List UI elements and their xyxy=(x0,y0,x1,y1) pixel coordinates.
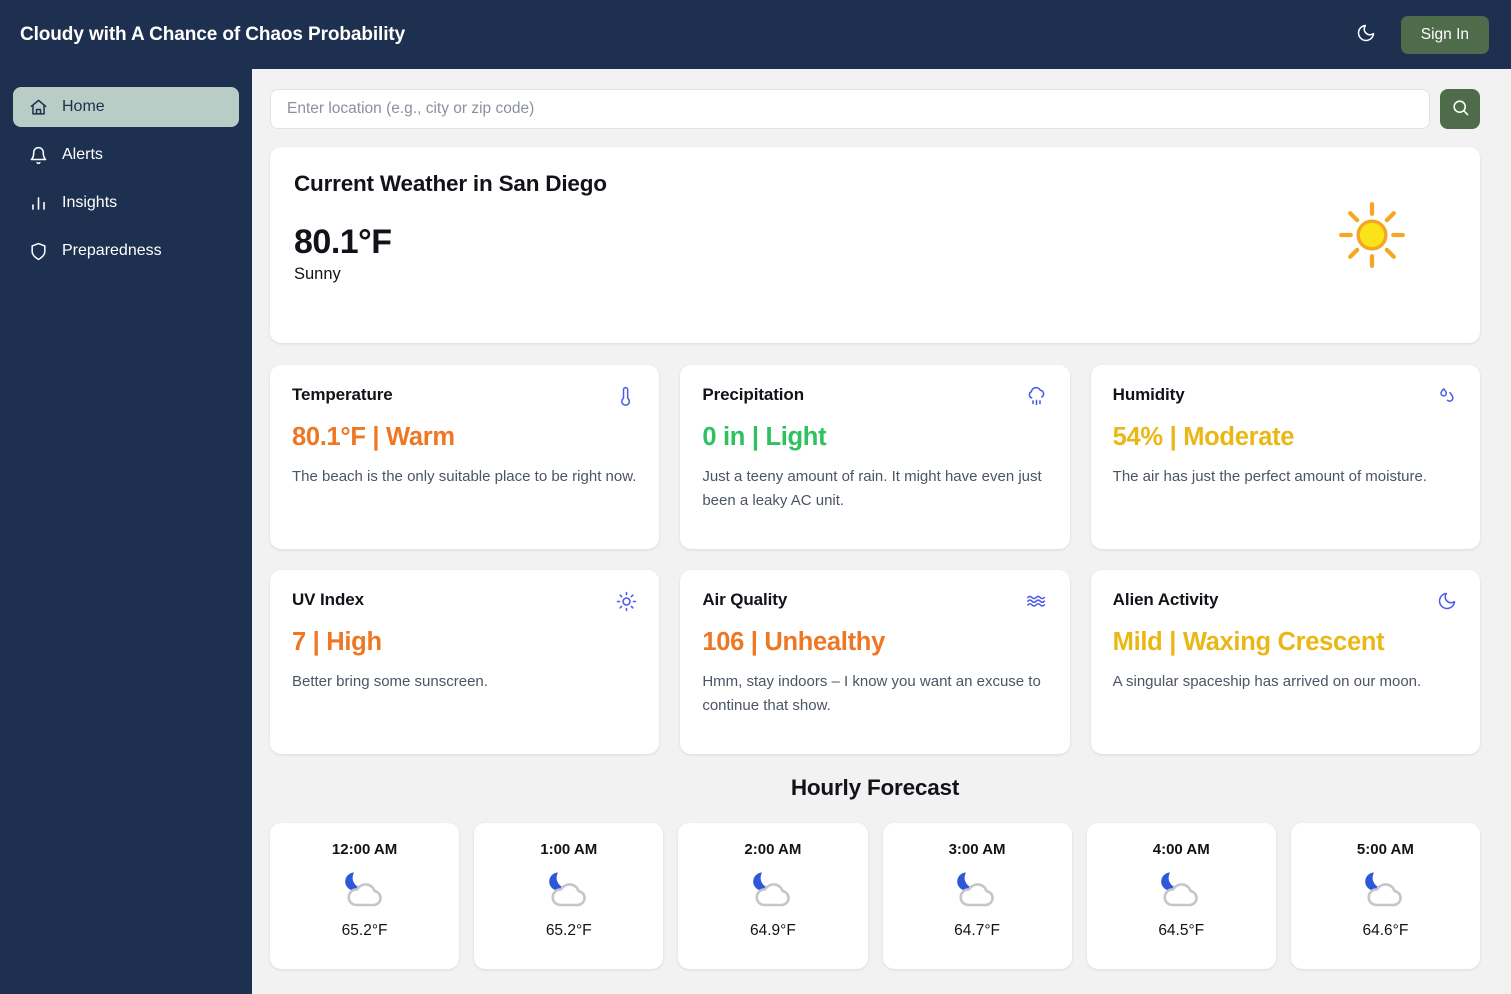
metric-value: 7 | High xyxy=(292,628,382,656)
metric-value: Mild | Waxing Crescent xyxy=(1112,628,1385,656)
theme-toggle-button[interactable] xyxy=(1353,22,1379,48)
page-body: Home Alerts Insights Preparedness Enter … xyxy=(0,69,1511,994)
metric-value: 54% | Moderate xyxy=(1112,423,1295,451)
moon-cloud-icon xyxy=(1152,868,1210,910)
metrics-grid: Temperature 80.1°F | Warm The beach is t… xyxy=(270,365,1480,754)
hourly-temperature: 64.5°F xyxy=(1158,922,1205,939)
metric-header: Air Quality xyxy=(702,590,1047,612)
sidebar-item-alerts[interactable]: Alerts xyxy=(13,135,239,175)
current-temperature: 80.1°F xyxy=(294,223,392,261)
metric-label: Temperature xyxy=(292,385,393,404)
metric-value: 80.1°F | Warm xyxy=(292,423,455,451)
search-input[interactable] xyxy=(270,89,1430,129)
header-actions: Sign In xyxy=(1353,15,1489,54)
moon-cloud-icon xyxy=(336,868,394,910)
metric-card-precipitation: Precipitation 0 in | Light Just a teeny … xyxy=(680,365,1070,549)
droplets-icon xyxy=(1436,385,1458,407)
metric-card-uv-index: UV Index 7 | High Better bring some suns… xyxy=(270,570,660,754)
metric-description: A singular spaceship has arrived on our … xyxy=(1112,673,1422,690)
hourly-card[interactable]: 12:00 AM 65.2°F xyxy=(270,823,460,969)
metric-description: Just a teeny amount of rain. It might ha… xyxy=(702,468,1042,510)
sidebar-item-label: Home xyxy=(62,98,105,115)
sidebar: Home Alerts Insights Preparedness xyxy=(0,69,252,994)
metric-description: The air has just the perfect amount of m… xyxy=(1112,468,1427,485)
current-weather-card: Current Weather in San Diego 80.1°F Sunn… xyxy=(270,147,1480,343)
moon-cloud-icon xyxy=(540,868,598,910)
hourly-card[interactable]: 1:00 AM 65.2°F xyxy=(474,823,664,969)
search-button[interactable] xyxy=(1440,89,1480,129)
bar-chart-icon xyxy=(28,193,48,213)
sidebar-item-label: Insights xyxy=(62,194,118,211)
search-bar xyxy=(270,89,1480,129)
thermometer-icon xyxy=(615,385,637,407)
page-title: Current Weather in San Diego xyxy=(294,171,607,196)
bell-icon xyxy=(28,145,48,165)
shield-icon xyxy=(28,241,48,261)
metric-description: The beach is the only suitable place to … xyxy=(292,468,637,485)
moon-cloud-icon xyxy=(744,868,802,910)
hourly-temperature: 64.6°F xyxy=(1362,922,1409,939)
sidebar-item-label: Preparedness xyxy=(62,242,162,259)
metric-label: Precipitation xyxy=(702,385,804,404)
hourly-temperature: 64.7°F xyxy=(954,922,1000,939)
metric-label: Humidity xyxy=(1112,385,1185,404)
metric-card-temperature: Temperature 80.1°F | Warm The beach is t… xyxy=(270,365,660,549)
hourly-temperature: 65.2°F xyxy=(341,922,388,939)
main-content: Current Weather in San Diego 80.1°F Sunn… xyxy=(252,69,1511,994)
hourly-card[interactable]: 4:00 AM 64.5°F xyxy=(1086,823,1276,969)
hourly-card[interactable]: 2:00 AM 64.9°F xyxy=(678,823,868,969)
hourly-time: 3:00 AM xyxy=(948,841,1006,858)
hourly-card[interactable]: 3:00 AM 64.7°F xyxy=(882,823,1072,969)
moon-icon xyxy=(1436,590,1458,612)
moon-icon xyxy=(1356,23,1376,46)
metric-header: Temperature xyxy=(292,385,637,407)
sign-in-button[interactable]: Sign In xyxy=(1400,15,1489,54)
metric-label: Air Quality xyxy=(702,590,788,609)
app-title: Cloudy with A Chance of Chaos Probabilit… xyxy=(20,23,406,45)
cloud-rain-icon xyxy=(1026,385,1048,407)
metric-description: Better bring some sunscreen. xyxy=(292,673,488,690)
hourly-time: 5:00 AM xyxy=(1356,841,1414,858)
metric-card-alien-activity: Alien Activity Mild | Waxing Crescent A … xyxy=(1090,570,1480,754)
hourly-temperature: 65.2°F xyxy=(545,922,592,939)
current-condition: Sunny xyxy=(294,265,341,284)
metric-header: UV Index xyxy=(292,590,637,612)
hourly-forecast-section: Hourly Forecast 12:00 AM 65.2°F 1:00 AM xyxy=(270,775,1480,969)
sun-small-icon xyxy=(615,590,637,612)
sidebar-item-preparedness[interactable]: Preparedness xyxy=(13,231,239,271)
metric-card-humidity: Humidity 54% | Moderate The air has just… xyxy=(1090,365,1480,549)
metric-label: UV Index xyxy=(292,590,364,609)
metric-header: Precipitation xyxy=(702,385,1047,407)
metric-header: Alien Activity xyxy=(1113,590,1458,612)
search-icon xyxy=(1451,98,1470,120)
sidebar-item-insights[interactable]: Insights xyxy=(13,183,239,223)
hourly-time: 1:00 AM xyxy=(540,841,598,858)
metric-description: Hmm, stay indoors – I know you want an e… xyxy=(702,673,1041,715)
metric-label: Alien Activity xyxy=(1112,590,1219,609)
hourly-forecast-row: 12:00 AM 65.2°F 1:00 AM 65.2°F 2:00 AM 6… xyxy=(270,823,1480,969)
sun-icon xyxy=(1338,201,1406,274)
moon-cloud-icon xyxy=(1356,868,1414,910)
metric-value: 106 | Unhealthy xyxy=(702,628,885,656)
hourly-temperature: 64.9°F xyxy=(749,922,796,939)
waves-icon xyxy=(1026,590,1048,612)
metric-header: Humidity xyxy=(1113,385,1458,407)
hourly-time: 4:00 AM xyxy=(1152,841,1210,858)
app-header: Cloudy with A Chance of Chaos Probabilit… xyxy=(0,0,1511,69)
metric-card-air-quality: Air Quality 106 | Unhealthy Hmm, stay in… xyxy=(680,570,1070,754)
metric-value: 0 in | Light xyxy=(702,423,827,451)
hourly-forecast-title: Hourly Forecast xyxy=(790,775,960,800)
hourly-card[interactable]: 5:00 AM 64.6°F xyxy=(1290,823,1480,969)
sidebar-item-label: Alerts xyxy=(62,146,103,163)
hourly-time: 12:00 AM xyxy=(331,841,398,858)
current-weather-text: Current Weather in San Diego 80.1°F Sunn… xyxy=(294,171,607,284)
moon-cloud-icon xyxy=(948,868,1006,910)
home-icon xyxy=(28,97,48,117)
hourly-time: 2:00 AM xyxy=(744,841,802,858)
sidebar-item-home[interactable]: Home xyxy=(13,87,239,127)
